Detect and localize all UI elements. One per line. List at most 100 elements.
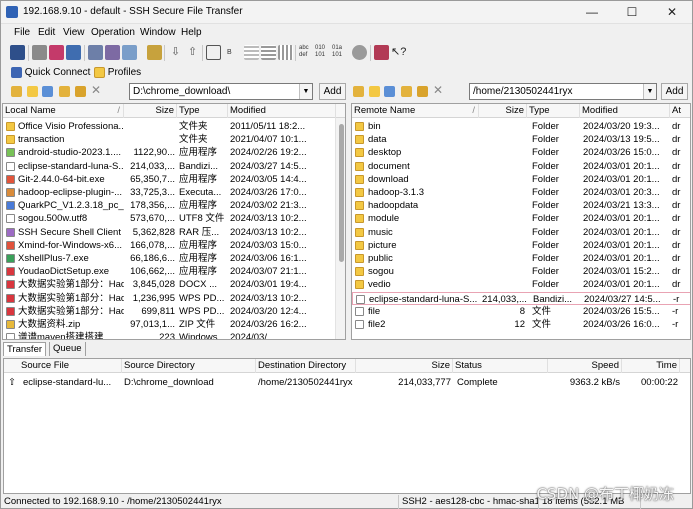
local-file-row[interactable]: sogou.500w.utf8 573,670,... UTF8 文件 2024/03… [3,212,335,225]
local-file-list[interactable]: Local Name / Size Type Modified Office V… [2,103,346,340]
remote-file-row[interactable]: music Folder 2024/03/01 20:1... dr [352,226,690,239]
remote-file-row[interactable]: vedio Folder 2024/03/01 20:1... dr [352,278,690,291]
list-view-icon[interactable] [244,45,259,60]
settings-icon[interactable] [66,45,81,60]
window-icon[interactable] [206,45,221,60]
remote-col-size[interactable]: Size [479,104,527,118]
grid-view-icon[interactable] [278,45,293,60]
context-help-icon[interactable]: ↖? [391,45,406,60]
local-file-row[interactable]: Xmind-for-Windows-x6... 166,078,... 应用程序 20… [3,239,335,252]
remote-file-row[interactable]: data Folder 2024/03/13 19:5... dr [352,133,690,146]
local-new-folder-icon[interactable] [59,86,70,97]
local-file-row[interactable]: 大数据实验第1部分：Had... 3,845,028 DOCX ... 2024/03… [3,278,335,291]
local-col-size[interactable]: Size [124,104,177,118]
remote-file-row[interactable]: bin Folder 2024/03/20 19:3... dr [352,120,690,133]
remote-file-row[interactable]: file2 12 文件 2024/03/26 16:0... -r [352,318,690,331]
local-file-row[interactable]: transaction 文件夹 2021/04/07 10:1... [3,133,335,146]
transfer-col-dest-dir[interactable]: Destination Directory [256,359,356,373]
local-new-file-icon[interactable] [75,86,86,97]
maximize-button[interactable]: ☐ [612,1,652,24]
refresh-icon[interactable] [122,45,137,60]
quick-connect-button[interactable]: Quick Connect [11,64,90,81]
paste-icon[interactable] [105,45,120,60]
transfer-col-time[interactable]: Time [622,359,680,373]
print-icon[interactable] [32,45,47,60]
local-file-row[interactable]: hadoop-eclipse-plugin-... 33,725,3... Exec… [3,186,335,199]
local-file-row[interactable]: eclipse-standard-luna-S... 214,033,... Ban… [3,160,335,173]
remote-new-file-icon[interactable] [417,86,428,97]
remote-file-row[interactable]: hadoopdata Folder 2024/03/21 13:3... dr [352,199,690,212]
remote-file-row[interactable]: picture Folder 2024/03/01 20:1... dr [352,239,690,252]
remote-delete-icon[interactable]: ✕ [433,83,443,97]
remote-col-type[interactable]: Type [527,104,580,118]
local-home-icon[interactable] [27,86,38,97]
remote-file-row[interactable]: sogou Folder 2024/03/01 15:2... dr [352,265,690,278]
remote-refresh-icon[interactable] [384,86,395,97]
local-file-row[interactable]: Office Visio Professiona... 文件夹 2011/05/11… [3,120,335,133]
chevron-down-icon[interactable]: ▼ [299,84,312,99]
download-icon[interactable]: ⇩ [168,45,183,60]
remote-path-combo[interactable]: /home/2130502441ryx ▼ [469,83,657,100]
menu-help[interactable]: Help [181,27,202,38]
find-icon[interactable] [147,45,162,60]
menu-edit[interactable]: Edit [38,27,55,38]
transfer-col-source-file[interactable]: Source File [4,359,122,373]
remote-new-folder-icon[interactable] [401,86,412,97]
local-file-row[interactable]: 大数据资料.zip 97,013,1... ZIP 文件 2024/03/26 16:… [3,318,335,331]
remote-file-row[interactable]: module Folder 2024/03/01 20:1... dr [352,212,690,225]
new-terminal-icon[interactable] [49,45,64,60]
copy-icon[interactable] [88,45,103,60]
transfer-col-speed[interactable]: Speed [548,359,622,373]
remote-file-row[interactable]: document Folder 2024/03/01 20:1... dr [352,160,690,173]
binary-mode-icon[interactable]: 010 101 [315,45,330,60]
menu-view[interactable]: View [63,27,85,38]
large-icons-icon[interactable]: B [227,45,242,60]
upload-icon[interactable]: ⇧ [185,45,200,60]
local-col-type[interactable]: Type [177,104,228,118]
remote-col-name[interactable]: Remote Name / [352,104,479,118]
remote-file-list[interactable]: Remote Name / Size Type Modified At bin F… [351,103,691,340]
transfer-list[interactable]: Source File Source Directory Destination… [3,358,691,494]
stop-icon[interactable] [352,45,367,60]
local-file-row[interactable]: YoudaoDictSetup.exe 106,662,... 应用程序 2024/0… [3,265,335,278]
local-col-name[interactable]: Local Name / [3,104,124,118]
remote-file-row[interactable]: hadoop-3.1.3 Folder 2024/03/01 20:3... dr [352,186,690,199]
ascii-mode-icon[interactable]: abc def [299,45,314,60]
remote-up-icon[interactable] [353,86,364,97]
local-scrollbar[interactable] [335,118,345,339]
remote-home-icon[interactable] [369,86,380,97]
remote-file-row[interactable]: public Folder 2024/03/01 20:1... dr [352,252,690,265]
local-up-icon[interactable] [11,86,22,97]
save-icon[interactable] [10,45,25,60]
help-book-icon[interactable] [374,45,389,60]
transfer-col-status[interactable]: Status [453,359,548,373]
remote-add-button[interactable]: Add [661,83,688,100]
remote-col-modified[interactable]: Modified [580,104,670,118]
local-file-row[interactable]: Git-2.44.0-64-bit.exe 65,350,7... 应用程序 2024… [3,173,335,186]
local-file-row[interactable]: QuarkPC_V1.2.3.18_pc_... 178,356,... 应用程序 2… [3,199,335,212]
auto-mode-icon[interactable]: 01a 101 [332,45,347,60]
remote-file-row[interactable]: desktop Folder 2024/03/26 15:0... dr [352,146,690,159]
profiles-button[interactable]: Profiles [94,64,141,81]
menu-file[interactable]: File [14,27,30,38]
local-refresh-icon[interactable] [42,86,53,97]
transfer-col-size[interactable]: Size [356,359,453,373]
local-file-row[interactable]: android-studio-2023.1.... 1122,90... 应用程序 2… [3,146,335,159]
local-scrollbar-thumb[interactable] [339,124,344,262]
remote-col-attributes[interactable]: At [670,104,690,118]
tab-queue[interactable]: Queue [49,342,86,356]
local-file-row[interactable]: SSH Secure Shell Client ... 5,362,828 RAR … [3,226,335,239]
local-file-row[interactable]: 大数据实验第1部分：Had... 1,236,995 WPS PD... 2024/0… [3,292,335,305]
close-button[interactable]: ✕ [652,1,692,24]
local-path-combo[interactable]: D:\chrome_download\ ▼ [129,83,313,100]
details-view-icon[interactable] [261,45,276,60]
transfer-row[interactable]: ⇧ eclipse-standard-lu... D:\chrome_downl… [4,376,690,389]
local-file-row[interactable]: XshellPlus-7.exe 66,186,6... 应用程序 2024/03/0… [3,252,335,265]
chevron-down-icon[interactable]: ▼ [643,84,656,99]
local-col-modified[interactable]: Modified [228,104,336,118]
menu-window[interactable]: Window [140,27,176,38]
local-file-row[interactable]: 谱谱maven搭建搭建... 223 Windows... 2024/03/... [3,331,335,339]
remote-file-row[interactable]: download Folder 2024/03/01 20:1... dr [352,173,690,186]
transfer-col-source-dir[interactable]: Source Directory [122,359,256,373]
tab-transfer[interactable]: Transfer [3,342,47,356]
